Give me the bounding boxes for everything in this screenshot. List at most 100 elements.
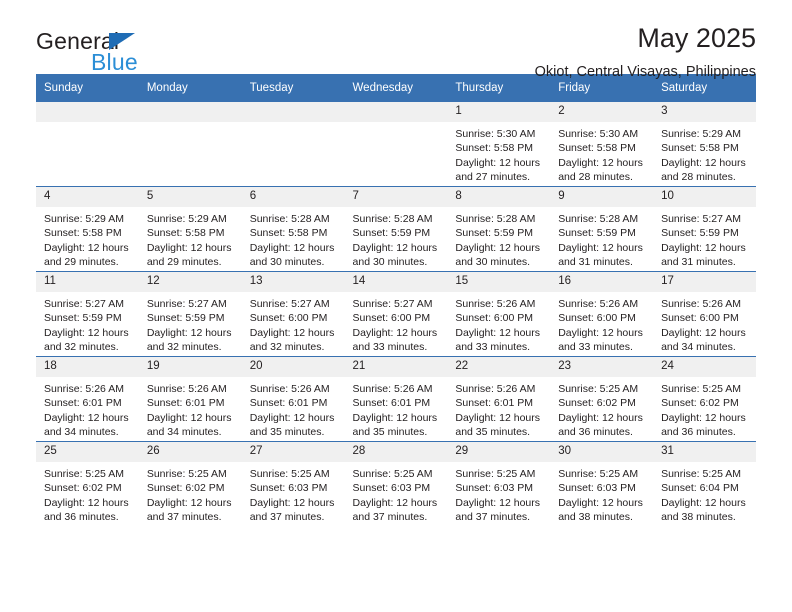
day-detail-line: Daylight: 12 hours: [558, 156, 643, 169]
day-number: 15: [447, 272, 551, 292]
calendar-day-cell[interactable]: 8 Sunrise: 5:28 AM Sunset: 5:59 PM Daylight…: [447, 186, 551, 272]
day-number: 14: [344, 272, 448, 292]
calendar-day-cell[interactable]: 18 Sunrise: 5:26 AM Sunset: 6:01 PM Dayligh…: [36, 356, 139, 442]
calendar-day-cell[interactable]: 25 Sunrise: 5:25 AM Sunset: 6:02 PM Dayligh…: [36, 441, 139, 526]
day-details: Sunrise: 5:26 AM Sunset: 6:01 PM Daylight:…: [139, 377, 242, 440]
day-detail-line: and 35 minutes.: [249, 426, 325, 439]
calendar-day-cell[interactable]: 27 Sunrise: 5:25 AM Sunset: 6:03 PM Dayligh…: [241, 441, 345, 526]
calendar-day-cell[interactable]: 11 Sunrise: 5:27 AM Sunset: 5:59 PM Dayligh…: [36, 271, 139, 357]
day-detail-line: Sunrise: 5:27 AM: [146, 298, 227, 310]
calendar-day-cell[interactable]: 22 Sunrise: 5:26 AM Sunset: 6:01 PM Dayligh…: [447, 356, 551, 442]
day-number: 30: [550, 442, 654, 462]
day-number: [241, 102, 345, 122]
day-detail-line: Sunrise: 5:26 AM: [352, 383, 433, 395]
day-detail-line: Sunset: 5:59 PM: [661, 227, 739, 240]
day-detail-line: and 37 minutes.: [455, 511, 531, 524]
day-detail-line: Daylight: 12 hours: [146, 496, 232, 509]
calendar-day-cell[interactable]: 31 Sunrise: 5:25 AM Sunset: 6:04 PM Dayligh…: [653, 441, 756, 526]
day-detail-line: Sunset: 6:03 PM: [455, 482, 534, 495]
day-detail-line: Sunrise: 5:25 AM: [661, 383, 742, 395]
day-detail-line: and 32 minutes.: [249, 341, 325, 354]
calendar-week-row: 18 Sunrise: 5:26 AM Sunset: 6:01 PM Dayligh…: [36, 356, 756, 442]
day-detail-line: Daylight: 12 hours: [558, 496, 643, 509]
day-detail-line: Sunrise: 5:29 AM: [661, 128, 742, 140]
day-detail-line: Sunset: 6:02 PM: [44, 482, 122, 495]
day-details: Sunrise: 5:26 AM Sunset: 6:00 PM Daylight:…: [653, 292, 756, 355]
calendar-day-cell[interactable]: 30 Sunrise: 5:25 AM Sunset: 6:03 PM Dayligh…: [550, 441, 654, 526]
calendar-day-cell[interactable]: 4 Sunrise: 5:29 AM Sunset: 5:58 PM Daylight…: [36, 186, 139, 272]
calendar-day-cell[interactable]: 29 Sunrise: 5:25 AM Sunset: 6:03 PM Dayligh…: [447, 441, 551, 526]
day-detail-line: Daylight: 12 hours: [661, 496, 746, 509]
day-details: Sunrise: 5:25 AM Sunset: 6:03 PM Daylight:…: [550, 462, 653, 525]
day-detail-line: Sunset: 5:58 PM: [661, 142, 739, 155]
day-detail-line: Sunrise: 5:25 AM: [661, 468, 742, 480]
day-number: 13: [241, 272, 345, 292]
title-block: May 2025 Okiot, Central Visayas, Philipp…: [535, 22, 756, 82]
calendar-day-cell[interactable]: 15 Sunrise: 5:26 AM Sunset: 6:00 PM Dayligh…: [447, 271, 551, 357]
day-detail-line: and 33 minutes.: [352, 341, 428, 354]
calendar-day-cell[interactable]: 14 Sunrise: 5:27 AM Sunset: 6:00 PM Dayligh…: [344, 271, 448, 357]
day-number: 4: [36, 187, 139, 207]
day-detail-line: and 33 minutes.: [558, 341, 633, 354]
day-details: Sunrise: 5:25 AM Sunset: 6:02 PM Daylight:…: [653, 377, 756, 440]
logo-text-blue: Blue: [91, 49, 138, 75]
day-detail-line: and 33 minutes.: [455, 341, 531, 354]
day-details: Sunrise: 5:29 AM Sunset: 5:58 PM Daylight:…: [139, 207, 242, 270]
day-detail-line: Sunrise: 5:26 AM: [558, 298, 639, 310]
calendar-day-cell[interactable]: 3 Sunrise: 5:29 AM Sunset: 5:58 PM Daylight…: [653, 102, 756, 187]
day-details: Sunrise: 5:25 AM Sunset: 6:03 PM Daylight:…: [345, 462, 448, 525]
day-detail-line: Sunrise: 5:26 AM: [455, 298, 536, 310]
day-detail-line: Sunset: 5:59 PM: [44, 312, 122, 325]
calendar-day-cell[interactable]: 2 Sunrise: 5:30 AM Sunset: 5:58 PM Daylight…: [550, 102, 654, 187]
day-details: Sunrise: 5:27 AM Sunset: 5:59 PM Daylight:…: [139, 292, 242, 355]
day-number: [138, 102, 242, 122]
day-detail-line: Sunset: 5:58 PM: [249, 227, 328, 240]
day-details: Sunrise: 5:26 AM Sunset: 6:00 PM Daylight:…: [550, 292, 653, 355]
calendar-day-cell[interactable]: 16 Sunrise: 5:26 AM Sunset: 6:00 PM Dayligh…: [550, 271, 654, 357]
day-details: Sunrise: 5:28 AM Sunset: 5:59 PM Daylight:…: [447, 207, 550, 270]
calendar-day-cell[interactable]: 28 Sunrise: 5:25 AM Sunset: 6:03 PM Dayligh…: [344, 441, 448, 526]
calendar-day-cell[interactable]: 12 Sunrise: 5:27 AM Sunset: 5:59 PM Dayligh…: [138, 271, 242, 357]
calendar-day-cell[interactable]: 5 Sunrise: 5:29 AM Sunset: 5:58 PM Daylight…: [138, 186, 242, 272]
day-detail-line: Sunset: 6:02 PM: [146, 482, 225, 495]
day-detail-line: Sunset: 5:59 PM: [558, 227, 636, 240]
day-details: Sunrise: 5:27 AM Sunset: 6:00 PM Daylight:…: [242, 292, 345, 355]
day-number: 18: [36, 357, 139, 377]
day-detail-line: Sunset: 6:01 PM: [44, 397, 122, 410]
day-detail-line: and 28 minutes.: [558, 171, 633, 184]
day-detail-line: and 35 minutes.: [352, 426, 428, 439]
day-detail-line: Daylight: 12 hours: [661, 411, 746, 424]
day-number: 25: [36, 442, 139, 462]
day-detail-line: and 32 minutes.: [146, 341, 222, 354]
general-blue-logo[interactable]: General Blue: [36, 28, 246, 76]
calendar-empty-cell: [36, 102, 139, 187]
calendar-day-cell[interactable]: 20 Sunrise: 5:26 AM Sunset: 6:01 PM Dayligh…: [241, 356, 345, 442]
day-details: Sunrise: 5:27 AM Sunset: 5:59 PM Daylight:…: [653, 207, 756, 270]
calendar-day-cell[interactable]: 13 Sunrise: 5:27 AM Sunset: 6:00 PM Dayligh…: [241, 271, 345, 357]
day-detail-line: Sunrise: 5:26 AM: [44, 383, 124, 395]
calendar-day-cell[interactable]: 9 Sunrise: 5:28 AM Sunset: 5:59 PM Daylight…: [550, 186, 654, 272]
day-number: 21: [344, 357, 448, 377]
calendar-day-cell[interactable]: 26 Sunrise: 5:25 AM Sunset: 6:02 PM Dayligh…: [138, 441, 242, 526]
calendar-day-cell[interactable]: 21 Sunrise: 5:26 AM Sunset: 6:01 PM Dayligh…: [344, 356, 448, 442]
day-detail-line: Sunrise: 5:26 AM: [661, 298, 742, 310]
calendar-day-cell[interactable]: 24 Sunrise: 5:25 AM Sunset: 6:02 PM Dayligh…: [653, 356, 756, 442]
day-number: 19: [138, 357, 242, 377]
day-details: Sunrise: 5:30 AM Sunset: 5:58 PM Daylight:…: [447, 122, 550, 185]
calendar-day-cell[interactable]: 6 Sunrise: 5:28 AM Sunset: 5:58 PM Daylight…: [241, 186, 345, 272]
calendar-day-cell[interactable]: 17 Sunrise: 5:26 AM Sunset: 6:00 PM Dayligh…: [653, 271, 756, 357]
calendar-day-cell[interactable]: 1 Sunrise: 5:30 AM Sunset: 5:58 PM Daylight…: [447, 102, 551, 187]
day-details: Sunrise: 5:27 AM Sunset: 6:00 PM Daylight:…: [345, 292, 448, 355]
day-detail-line: Daylight: 12 hours: [352, 241, 438, 254]
calendar-day-cell[interactable]: 19 Sunrise: 5:26 AM Sunset: 6:01 PM Dayligh…: [138, 356, 242, 442]
day-number: 2: [550, 102, 654, 122]
calendar-day-cell[interactable]: 10 Sunrise: 5:27 AM Sunset: 5:59 PM Dayligh…: [653, 186, 756, 272]
day-detail-line: Sunrise: 5:25 AM: [249, 468, 330, 480]
day-number: 10: [653, 187, 756, 207]
day-number: 16: [550, 272, 654, 292]
day-detail-line: Daylight: 12 hours: [558, 411, 643, 424]
day-detail-line: and 30 minutes.: [249, 256, 325, 269]
day-detail-line: Sunset: 5:58 PM: [44, 227, 122, 240]
calendar-day-cell[interactable]: 7 Sunrise: 5:28 AM Sunset: 5:59 PM Daylight…: [344, 186, 448, 272]
calendar-day-cell[interactable]: 23 Sunrise: 5:25 AM Sunset: 6:02 PM Dayligh…: [550, 356, 654, 442]
